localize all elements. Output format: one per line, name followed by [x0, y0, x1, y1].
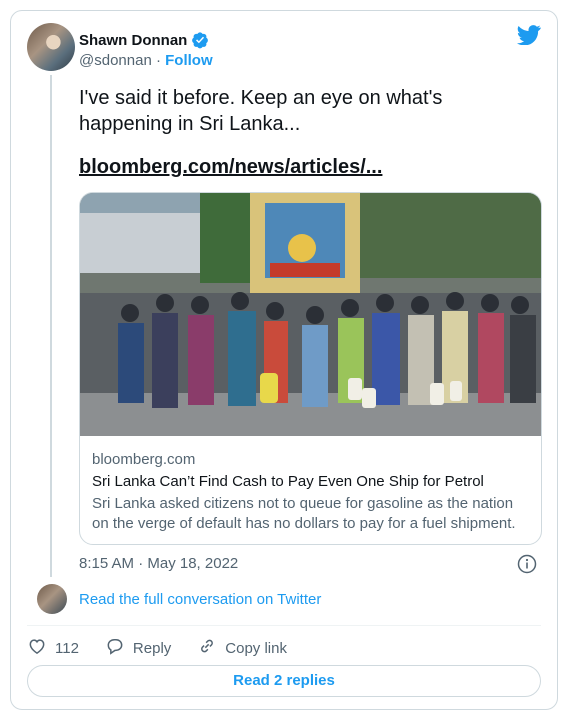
reply-icon: [105, 636, 125, 660]
tweet-timestamp[interactable]: 8:15 AM · May 18, 2022: [79, 555, 238, 572]
twitter-bird-icon[interactable]: [517, 25, 541, 50]
heart-icon: [27, 636, 47, 660]
like-button[interactable]: 112: [27, 636, 79, 660]
link-preview-card[interactable]: bloomberg.com Sri Lanka Can’t Find Cash …: [79, 192, 542, 545]
follow-button[interactable]: Follow: [165, 52, 213, 69]
author-handle-row: @sdonnan · Follow: [79, 52, 213, 69]
info-icon[interactable]: [517, 554, 537, 579]
copy-link-label: Copy link: [225, 639, 287, 657]
tweet-embed-card: Shawn Donnan @sdonnan · Follow I've said…: [10, 10, 558, 710]
conversation-avatar[interactable]: [37, 584, 67, 614]
like-count: 112: [55, 639, 79, 657]
action-bar: 112 Reply Copy link: [27, 636, 313, 660]
verified-badge-icon: [191, 31, 209, 49]
link-card-description: Sri Lanka asked citizens not to queue fo…: [92, 495, 516, 532]
read-full-conversation-link[interactable]: Read the full conversation on Twitter: [79, 591, 321, 608]
author-name[interactable]: Shawn Donnan: [79, 32, 187, 49]
handle-separator: ·: [155, 52, 161, 69]
read-replies-button[interactable]: Read 2 replies: [27, 665, 541, 697]
author-name-row[interactable]: Shawn Donnan: [79, 31, 209, 49]
article-photo: [80, 193, 541, 436]
thread-line: [50, 75, 52, 577]
link-card-title: Sri Lanka Can’t Find Cash to Pay Even On…: [92, 473, 484, 490]
reply-button[interactable]: Reply: [105, 636, 171, 660]
link-card-domain: bloomberg.com: [92, 451, 196, 468]
tweet-text: I've said it before. Keep an eye on what…: [79, 87, 443, 135]
link-icon: [197, 636, 217, 660]
reply-label: Reply: [132, 639, 172, 657]
author-handle[interactable]: @sdonnan: [79, 52, 152, 69]
divider: [27, 625, 541, 626]
copy-link-button[interactable]: Copy link: [197, 636, 287, 660]
tweet-link[interactable]: bloomberg.com/news/articles/...: [79, 156, 382, 179]
author-avatar[interactable]: [27, 23, 75, 71]
